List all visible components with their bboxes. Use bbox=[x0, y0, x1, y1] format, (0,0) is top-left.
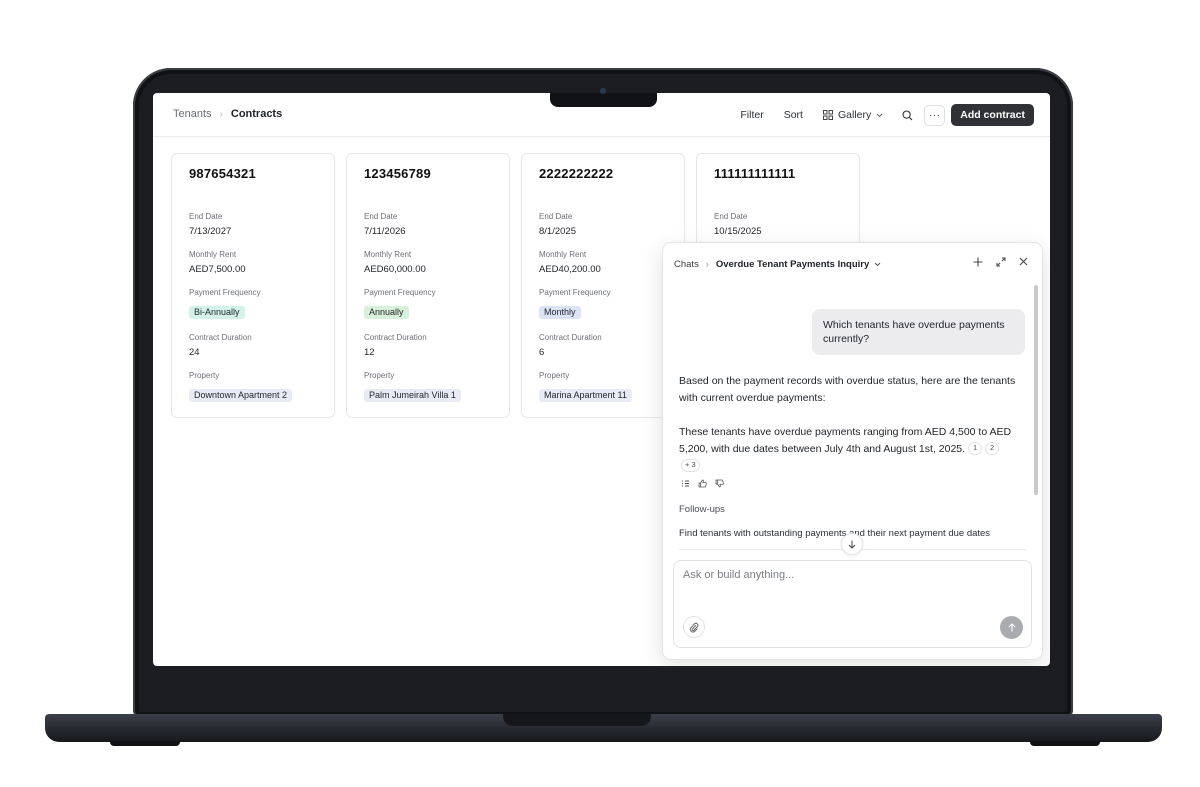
scroll-to-bottom-button[interactable] bbox=[841, 533, 863, 555]
citation-badge[interactable]: 1 bbox=[968, 442, 983, 456]
chat-actions bbox=[971, 255, 1030, 268]
camera-icon bbox=[600, 88, 606, 94]
payment-frequency-badge: Bi-Annually bbox=[189, 305, 245, 319]
property-badge[interactable]: Marina Apartment 11 bbox=[539, 388, 632, 402]
end-date-value: 7/11/2026 bbox=[364, 226, 406, 237]
contract-number: 987654321 bbox=[189, 166, 256, 181]
contract-card[interactable]: 123456789 End Date 7/11/2026 Monthly Rent… bbox=[346, 153, 510, 418]
chevron-down-icon bbox=[876, 113, 883, 117]
search-button[interactable] bbox=[896, 104, 918, 126]
citation-badge[interactable]: 2 bbox=[985, 442, 1000, 456]
plus-icon bbox=[973, 257, 982, 266]
contract-duration-value: 12 bbox=[364, 347, 375, 358]
contract-duration-label: Contract Duration bbox=[539, 333, 602, 342]
contract-duration-value: 24 bbox=[189, 347, 200, 358]
answer-paragraph: Based on the payment records with overdu… bbox=[679, 375, 1016, 404]
monthly-rent-value: AED60,000.00 bbox=[364, 264, 426, 275]
laptop-foot-left bbox=[110, 741, 180, 746]
search-icon bbox=[902, 109, 913, 120]
contract-number: 2222222222 bbox=[539, 166, 614, 181]
chats-breadcrumb[interactable]: Chats bbox=[674, 259, 699, 270]
payment-frequency-label: Payment Frequency bbox=[539, 288, 611, 297]
add-contract-button[interactable]: Add contract bbox=[951, 104, 1034, 126]
citation-more-badge[interactable]: + 3 bbox=[681, 458, 700, 472]
answer-paragraph: These tenants have overdue payments rang… bbox=[679, 426, 1012, 455]
chevron-right-icon: › bbox=[705, 259, 709, 269]
chat-scrollbar[interactable] bbox=[1034, 285, 1038, 495]
end-date-label: End Date bbox=[539, 212, 573, 221]
breadcrumb: Tenants › Contracts bbox=[173, 108, 282, 120]
message-actions bbox=[681, 479, 724, 488]
payment-frequency-badge: Monthly bbox=[539, 305, 581, 319]
end-date-value: 8/1/2025 bbox=[539, 226, 576, 237]
chat-title[interactable]: Overdue Tenant Payments Inquiry bbox=[716, 259, 869, 270]
payment-frequency-label: Payment Frequency bbox=[364, 288, 436, 297]
thumbs-up-icon bbox=[698, 479, 707, 488]
followups-title: Follow-ups bbox=[679, 504, 725, 515]
attach-button[interactable] bbox=[683, 616, 705, 638]
property-label: Property bbox=[189, 371, 220, 380]
monthly-rent-label: Monthly Rent bbox=[189, 250, 237, 259]
more-options-button[interactable]: ··· bbox=[924, 104, 946, 126]
view-label: Gallery bbox=[837, 109, 872, 121]
copy-button[interactable] bbox=[681, 479, 690, 488]
end-date-value: 10/15/2025 bbox=[714, 226, 762, 237]
chat-input[interactable] bbox=[683, 569, 983, 581]
end-date-label: End Date bbox=[714, 212, 748, 221]
end-date-label: End Date bbox=[189, 212, 223, 221]
page-title: Contracts bbox=[230, 108, 283, 120]
user-message: Which tenants have overdue payments curr… bbox=[812, 309, 1025, 355]
chat-panel: Chats › Overdue Tenant Payments Inquiry … bbox=[662, 242, 1043, 660]
close-button[interactable] bbox=[1017, 255, 1030, 268]
monthly-rent-value: AED7,500.00 bbox=[189, 264, 246, 275]
arrow-up-icon bbox=[1008, 623, 1015, 632]
chat-composer bbox=[673, 560, 1032, 648]
grid-icon bbox=[822, 110, 833, 120]
view-selector[interactable]: Gallery bbox=[816, 105, 890, 125]
chevron-down-icon[interactable] bbox=[874, 262, 881, 267]
contract-duration-value: 6 bbox=[539, 347, 545, 358]
property-label: Property bbox=[364, 371, 395, 380]
thumbs-up-button[interactable] bbox=[698, 479, 707, 488]
close-icon bbox=[1019, 257, 1028, 266]
payment-frequency-label: Payment Frequency bbox=[189, 288, 261, 297]
thumbs-down-icon bbox=[715, 479, 724, 488]
assistant-message: Based on the payment records with overdu… bbox=[679, 373, 1025, 474]
payment-frequency-badge: Annually bbox=[364, 305, 409, 319]
chevron-right-icon: › bbox=[219, 108, 223, 120]
filter-button[interactable]: Filter bbox=[733, 105, 770, 125]
paperclip-icon bbox=[689, 622, 699, 632]
expand-button[interactable] bbox=[994, 255, 1007, 268]
contract-number: 111111111111 bbox=[714, 166, 796, 181]
breadcrumb-tenants[interactable]: Tenants bbox=[173, 108, 212, 120]
monthly-rent-label: Monthly Rent bbox=[364, 250, 412, 259]
monthly-rent-value: AED40,200.00 bbox=[539, 264, 601, 275]
contract-card[interactable]: 2222222222 End Date 8/1/2025 Monthly Rent… bbox=[521, 153, 685, 418]
send-button[interactable] bbox=[1000, 616, 1023, 639]
laptop-screen: Tenants › Contracts Filter Sort Gallery … bbox=[153, 93, 1050, 666]
new-chat-button[interactable] bbox=[971, 255, 984, 268]
property-badge[interactable]: Downtown Apartment 2 bbox=[189, 388, 293, 402]
contract-duration-label: Contract Duration bbox=[364, 333, 427, 342]
expand-icon bbox=[996, 257, 1005, 266]
toolbar: Filter Sort Gallery ··· Add contract bbox=[733, 104, 1034, 126]
sort-button[interactable]: Sort bbox=[777, 105, 810, 125]
answer-paragraph-with-citations: These tenants have overdue payments rang… bbox=[679, 424, 1025, 474]
laptop-foot-right bbox=[1030, 741, 1100, 746]
property-label: Property bbox=[539, 371, 570, 380]
laptop-opening-notch bbox=[503, 714, 651, 726]
monthly-rent-label: Monthly Rent bbox=[539, 250, 587, 259]
end-date-label: End Date bbox=[364, 212, 398, 221]
contract-card[interactable]: 987654321 End Date 7/13/2027 Monthly Rent… bbox=[171, 153, 335, 418]
thumbs-down-button[interactable] bbox=[715, 479, 724, 488]
end-date-value: 7/13/2027 bbox=[189, 226, 232, 237]
contract-number: 123456789 bbox=[364, 166, 431, 181]
arrow-down-icon bbox=[848, 540, 856, 549]
property-badge[interactable]: Palm Jumeirah Villa 1 bbox=[364, 388, 461, 402]
camera-notch bbox=[550, 93, 657, 107]
followup-suggestion[interactable]: Find tenants with outstanding payments a… bbox=[679, 528, 990, 539]
contract-duration-label: Contract Duration bbox=[189, 333, 252, 342]
list-icon bbox=[682, 480, 689, 487]
